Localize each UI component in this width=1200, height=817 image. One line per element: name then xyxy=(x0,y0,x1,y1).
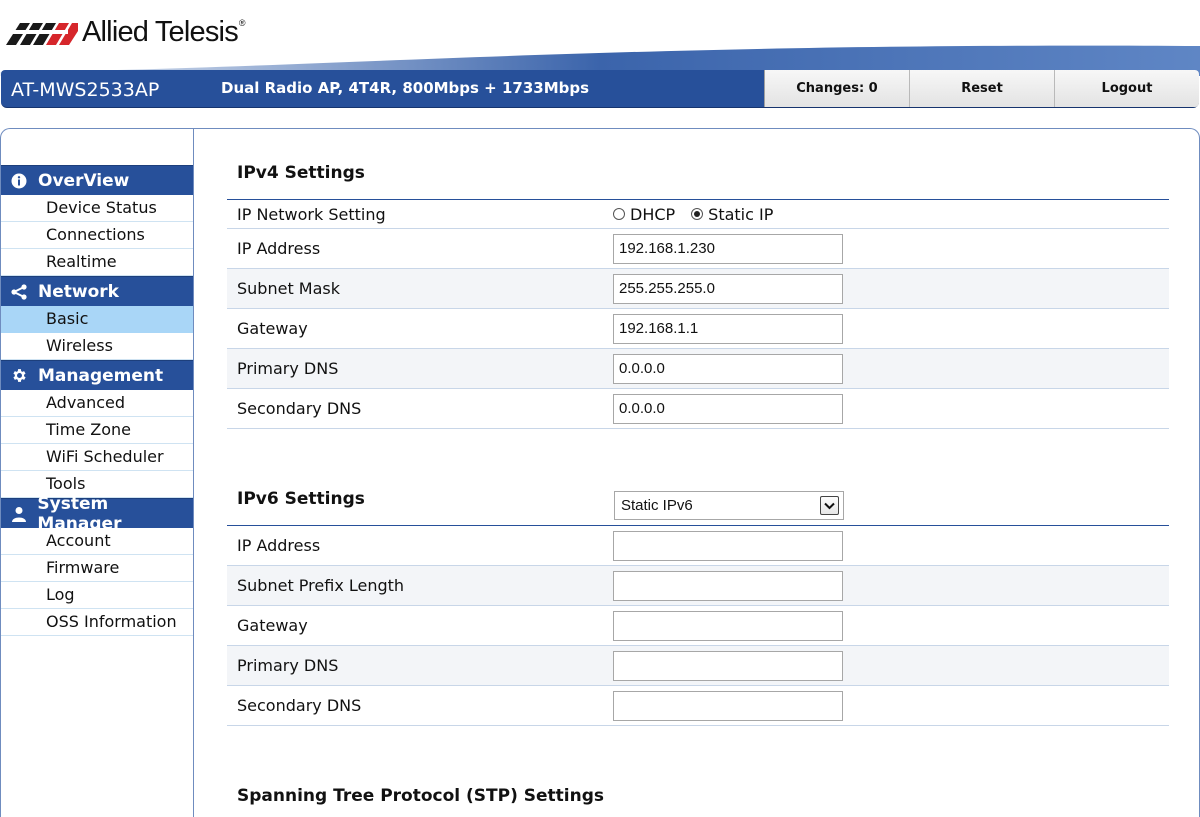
sidebar-section-label: Network xyxy=(38,281,119,302)
ipv6-gateway-input[interactable] xyxy=(613,610,843,641)
ipv4-subnet-mask-row: Subnet Mask 255.255.255.0 xyxy=(227,269,1169,309)
sidebar-item-firmware[interactable]: Firmware xyxy=(1,555,193,582)
ipv4-ip-address-row: IP Address 192.168.1.230 xyxy=(227,229,1169,269)
ipv4-primary-dns-label: Primary DNS xyxy=(237,359,339,378)
model-description: Dual Radio AP, 4T4R, 800Mbps + 1733Mbps xyxy=(221,79,590,97)
ipv6-subnet-prefix-length-row: Subnet Prefix Length xyxy=(227,566,1169,606)
sidebar-item-connections[interactable]: Connections xyxy=(1,222,193,249)
model-name: AT-MWS2533AP xyxy=(11,79,160,101)
registered-mark: ® xyxy=(238,18,246,28)
sidebar-section-management[interactable]: Management xyxy=(1,360,193,390)
static-ip-radio-label: Static IP xyxy=(708,204,774,224)
sidebar-item-realtime[interactable]: Realtime xyxy=(1,249,193,276)
ipv4-primary-dns-row: Primary DNS 0.0.0.0 xyxy=(227,349,1169,389)
ipv4-gateway-row: Gateway 192.168.1.1 xyxy=(227,309,1169,349)
dhcp-radio[interactable] xyxy=(613,208,625,220)
sidebar-item-basic[interactable]: Basic xyxy=(1,306,193,333)
ipv4-primary-dns-input[interactable]: 0.0.0.0 xyxy=(613,353,843,384)
sidebar-item-time-zone[interactable]: Time Zone xyxy=(1,417,193,444)
ipv4-settings-table: IP Network Setting DHCP Static IP IP Add… xyxy=(227,199,1169,429)
ipv4-network-setting-label: IP Network Setting xyxy=(237,204,386,224)
sidebar-item-log[interactable]: Log xyxy=(1,582,193,609)
static-ip-radio-option[interactable]: Static IP xyxy=(691,205,773,224)
ipv6-primary-dns-label: Primary DNS xyxy=(237,656,339,675)
ipv4-gateway-input[interactable]: 192.168.1.1 xyxy=(613,313,843,344)
ipv4-network-setting-row: IP Network Setting DHCP Static IP xyxy=(227,200,1169,229)
ipv4-ip-address-label: IP Address xyxy=(237,239,321,258)
sidebar-item-oss-information[interactable]: OSS Information xyxy=(1,609,193,636)
share-icon xyxy=(10,283,28,301)
sidebar-section-system-manager[interactable]: System Manager xyxy=(1,494,193,534)
ipv6-secondary-dns-label: Secondary DNS xyxy=(237,696,362,715)
content-frame: OverView Device Status Connections Realt… xyxy=(0,128,1200,817)
reset-button[interactable]: Reset xyxy=(909,70,1054,107)
ipv6-primary-dns-row: Primary DNS xyxy=(227,646,1169,686)
ipv4-section-title: IPv4 Settings xyxy=(237,163,365,183)
ipv6-secondary-dns-row: Secondary DNS xyxy=(227,686,1169,726)
ipv4-secondary-dns-label: Secondary DNS xyxy=(237,399,362,418)
header-buttons: Changes: 0 Reset Logout xyxy=(764,70,1199,107)
sidebar-item-wireless[interactable]: Wireless xyxy=(1,333,193,360)
sidebar-section-label: Management xyxy=(38,365,164,386)
sidebar-section-label: OverView xyxy=(38,170,130,191)
logout-button[interactable]: Logout xyxy=(1054,70,1199,107)
ipv6-gateway-row: Gateway xyxy=(227,606,1169,646)
ipv6-subnet-prefix-length-label: Subnet Prefix Length xyxy=(237,576,405,595)
changes-button[interactable]: Changes: 0 xyxy=(764,70,909,107)
sidebar-item-device-status[interactable]: Device Status xyxy=(1,195,193,222)
page-header: Allied Telesis ® AT-MWS2533AP Dual Radio… xyxy=(0,0,1200,118)
ipv4-network-setting-radios: DHCP Static IP xyxy=(613,205,789,224)
ipv6-gateway-label: Gateway xyxy=(237,616,308,635)
title-bar: AT-MWS2533AP Dual Radio AP, 4T4R, 800Mbp… xyxy=(1,70,1199,108)
stp-section-title: Spanning Tree Protocol (STP) Settings xyxy=(237,786,605,806)
ipv6-ip-address-row: IP Address xyxy=(227,526,1169,566)
sidebar-item-wifi-scheduler[interactable]: WiFi Scheduler xyxy=(1,444,193,471)
info-icon xyxy=(10,172,28,190)
ipv6-subnet-prefix-length-input[interactable] xyxy=(613,570,843,601)
sidebar-section-network[interactable]: Network xyxy=(1,276,193,306)
ipv6-ip-address-input[interactable] xyxy=(613,530,843,561)
chevron-down-icon[interactable] xyxy=(820,496,839,515)
sidebar: OverView Device Status Connections Realt… xyxy=(1,129,194,817)
ipv4-ip-address-input[interactable]: 192.168.1.230 xyxy=(613,233,843,264)
sidebar-nav: OverView Device Status Connections Realt… xyxy=(1,165,193,636)
ipv6-ip-address-label: IP Address xyxy=(237,536,321,555)
ipv4-subnet-mask-label: Subnet Mask xyxy=(237,279,341,298)
ipv6-primary-dns-input[interactable] xyxy=(613,650,843,681)
ipv4-secondary-dns-row: Secondary DNS 0.0.0.0 xyxy=(227,389,1169,429)
user-icon xyxy=(10,505,27,523)
ipv6-secondary-dns-input[interactable] xyxy=(613,690,843,721)
dhcp-radio-label: DHCP xyxy=(630,204,676,224)
ipv6-settings-table: IP Address Subnet Prefix Length Gateway … xyxy=(227,525,1169,726)
sidebar-item-advanced[interactable]: Advanced xyxy=(1,390,193,417)
ipv6-mode-selected-value: Static IPv6 xyxy=(621,497,693,514)
ipv6-mode-select[interactable]: Static IPv6 xyxy=(614,491,844,520)
gear-icon xyxy=(10,367,28,385)
static-ip-radio[interactable] xyxy=(691,208,704,220)
ipv4-gateway-label: Gateway xyxy=(237,319,308,338)
ipv6-section-title: IPv6 Settings xyxy=(237,489,365,509)
dhcp-radio-option[interactable]: DHCP xyxy=(613,205,675,224)
ipv4-secondary-dns-input[interactable]: 0.0.0.0 xyxy=(613,393,843,424)
sidebar-section-overview[interactable]: OverView xyxy=(1,165,193,195)
ipv4-subnet-mask-input[interactable]: 255.255.255.0 xyxy=(613,273,843,304)
